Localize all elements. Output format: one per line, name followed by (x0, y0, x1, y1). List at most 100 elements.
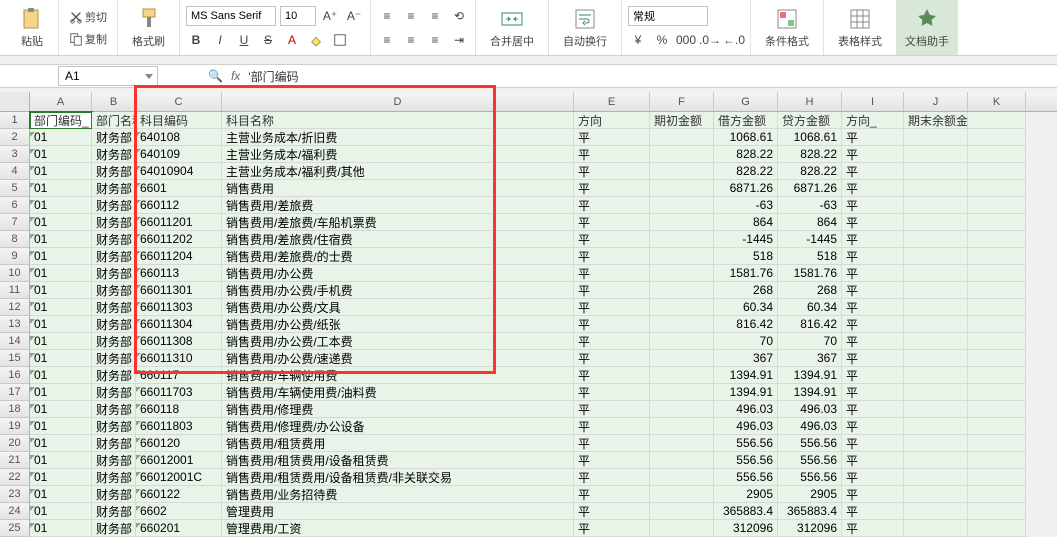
row-header[interactable]: 10 (0, 265, 30, 282)
indent-button[interactable]: ⇥ (449, 30, 469, 50)
cell[interactable]: 平 (574, 316, 650, 333)
cell[interactable] (968, 367, 1026, 384)
cell[interactable] (968, 435, 1026, 452)
font-color-button[interactable]: A (282, 30, 302, 50)
cell[interactable]: 01 (30, 299, 92, 316)
cell[interactable] (904, 350, 968, 367)
cell[interactable] (904, 418, 968, 435)
cell[interactable] (904, 180, 968, 197)
cell[interactable]: 平 (574, 469, 650, 486)
row-header[interactable]: 2 (0, 129, 30, 146)
cell[interactable] (904, 486, 968, 503)
cell[interactable]: 财务部 (92, 452, 136, 469)
cell[interactable]: -63 (778, 197, 842, 214)
cell[interactable]: 财务部 (92, 299, 136, 316)
row-header[interactable]: 20 (0, 435, 30, 452)
row-header[interactable]: 16 (0, 367, 30, 384)
cell[interactable]: 1581.76 (778, 265, 842, 282)
row-header[interactable]: 17 (0, 384, 30, 401)
formula-input[interactable]: '部门编码 (248, 68, 298, 85)
cell[interactable] (904, 129, 968, 146)
cell[interactable]: 平 (842, 520, 904, 537)
cell[interactable]: 367 (714, 350, 778, 367)
cell[interactable]: 平 (842, 401, 904, 418)
cell[interactable]: 6871.26 (714, 180, 778, 197)
cell[interactable] (650, 299, 714, 316)
cell[interactable]: 01 (30, 129, 92, 146)
cell[interactable]: 销售费用/车辆使用费/油料费 (222, 384, 574, 401)
cell[interactable] (904, 248, 968, 265)
cell[interactable]: 828.22 (714, 163, 778, 180)
cell[interactable]: 01 (30, 486, 92, 503)
cell[interactable]: 平 (842, 231, 904, 248)
cell[interactable] (968, 401, 1026, 418)
name-box[interactable]: A1 (58, 66, 158, 86)
cell[interactable]: 828.22 (714, 146, 778, 163)
cell[interactable] (904, 146, 968, 163)
cell[interactable]: 66011703 (136, 384, 222, 401)
cell[interactable]: 66011204 (136, 248, 222, 265)
cell[interactable]: 方向_ (842, 112, 904, 129)
currency-button[interactable]: ¥ (628, 30, 648, 50)
cell[interactable]: 365883.4 (714, 503, 778, 520)
cell[interactable]: 销售费用/办公费/工本费 (222, 333, 574, 350)
cell[interactable] (650, 214, 714, 231)
cell[interactable]: 268 (714, 282, 778, 299)
cell[interactable] (968, 180, 1026, 197)
cell[interactable] (650, 435, 714, 452)
cell[interactable]: 66011202 (136, 231, 222, 248)
cell[interactable]: 平 (574, 129, 650, 146)
col-header-F[interactable]: F (650, 92, 714, 111)
cell[interactable]: 平 (574, 333, 650, 350)
fill-color-button[interactable] (306, 30, 326, 50)
cell[interactable]: 1581.76 (714, 265, 778, 282)
row-header[interactable]: 5 (0, 180, 30, 197)
copy-button[interactable]: 复制 (65, 29, 111, 49)
cell[interactable]: 财务部 (92, 401, 136, 418)
cell[interactable]: 2905 (714, 486, 778, 503)
increase-decimal-button[interactable]: .0→ (700, 30, 720, 50)
row-header[interactable]: 4 (0, 163, 30, 180)
cell[interactable]: 平 (574, 520, 650, 537)
col-header-J[interactable]: J (904, 92, 968, 111)
cell[interactable]: 平 (574, 350, 650, 367)
cell[interactable]: 6602 (136, 503, 222, 520)
row-header[interactable]: 8 (0, 231, 30, 248)
align-right-button[interactable]: ≡ (425, 30, 445, 50)
cell[interactable] (904, 282, 968, 299)
cell[interactable]: 66011304 (136, 316, 222, 333)
cell[interactable] (904, 435, 968, 452)
col-header-E[interactable]: E (574, 92, 650, 111)
orientation-button[interactable]: ⟲ (449, 6, 469, 26)
fx-label[interactable]: fx (231, 69, 240, 83)
row-header[interactable]: 3 (0, 146, 30, 163)
border-button[interactable] (330, 30, 350, 50)
cell[interactable]: 66011310 (136, 350, 222, 367)
cell[interactable] (904, 214, 968, 231)
cell[interactable] (904, 231, 968, 248)
row-header[interactable]: 7 (0, 214, 30, 231)
cell[interactable]: 640108 (136, 129, 222, 146)
cell[interactable]: 销售费用/差旅费/的士费 (222, 248, 574, 265)
decrease-decimal-button[interactable]: ←.0 (724, 30, 744, 50)
cell[interactable]: 财务部 (92, 146, 136, 163)
cell[interactable] (968, 350, 1026, 367)
cell[interactable]: 平 (842, 418, 904, 435)
cell[interactable]: 1394.91 (778, 367, 842, 384)
cell[interactable]: 财务部 (92, 197, 136, 214)
row-header[interactable]: 19 (0, 418, 30, 435)
cell[interactable]: 平 (842, 367, 904, 384)
cell[interactable] (650, 520, 714, 537)
cell[interactable]: 平 (842, 248, 904, 265)
cell[interactable] (968, 469, 1026, 486)
cell[interactable] (650, 129, 714, 146)
cell[interactable]: 01 (30, 231, 92, 248)
spreadsheet-grid[interactable]: 1部门编码_部门名称科目编码科目名称方向期初金额借方金额贷方金额方向_期末余额金… (0, 112, 1057, 537)
row-header[interactable]: 24 (0, 503, 30, 520)
cell[interactable]: 平 (842, 333, 904, 350)
cell[interactable]: 平 (574, 367, 650, 384)
cell[interactable] (904, 452, 968, 469)
cell[interactable]: 1068.61 (778, 129, 842, 146)
cell[interactable]: 平 (842, 146, 904, 163)
align-top-button[interactable]: ≡ (377, 6, 397, 26)
